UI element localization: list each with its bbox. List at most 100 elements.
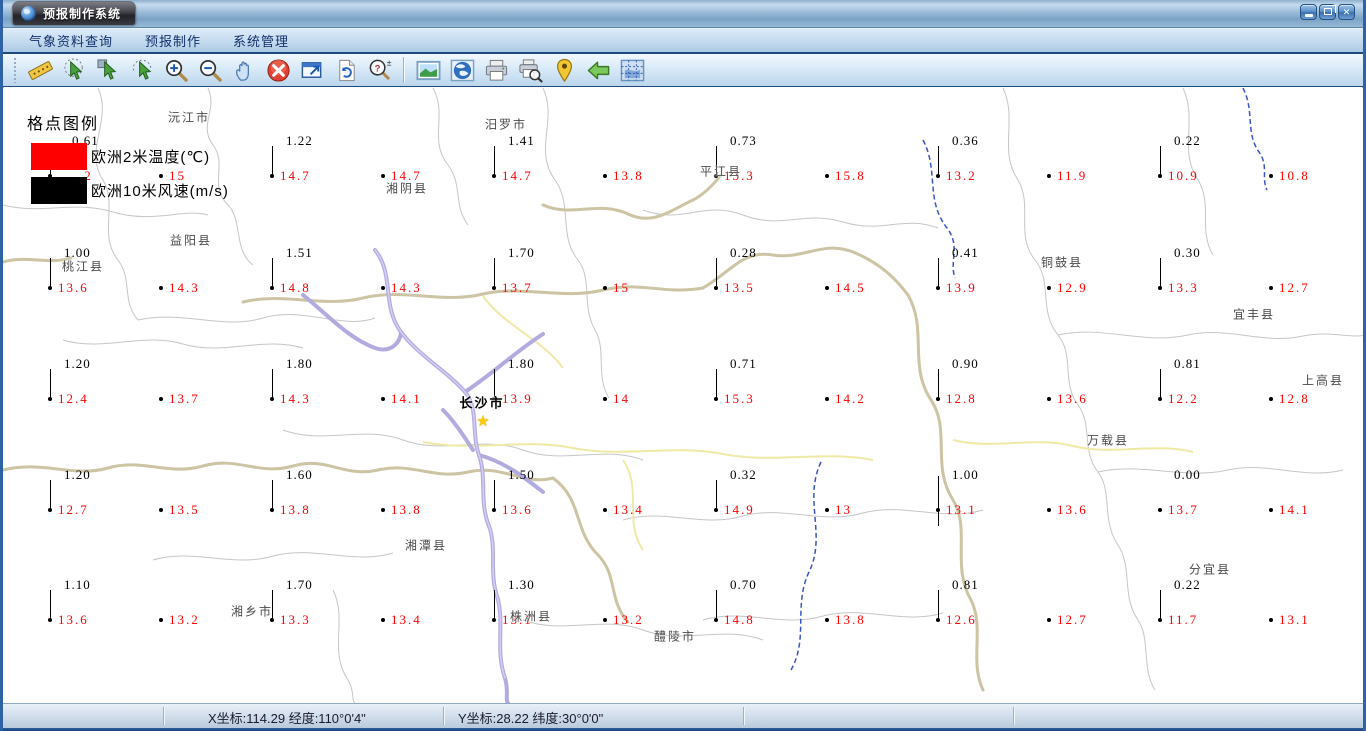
menu-forecast-make[interactable]: 预报制作 <box>133 29 213 52</box>
wind-stick <box>716 590 717 620</box>
grid-point-dot <box>159 174 163 178</box>
image-view-icon <box>415 60 441 80</box>
legend-swatch <box>31 177 87 204</box>
temperature-value: 15 <box>613 280 630 295</box>
city-label: 湘乡市 <box>230 604 274 619</box>
temperature-value: 13.1 <box>1279 612 1310 627</box>
app-window: 预报制作系统 ✕ 气象资料查询 预报制作 系统管理 ? ± .2 0.61 15… <box>0 0 1366 731</box>
wind-speed-value: 1.00 <box>952 467 979 482</box>
toolbar-grip[interactable] <box>13 57 17 83</box>
temperature-value: 13.8 <box>391 502 422 517</box>
help-zoom-button[interactable]: ? ± <box>363 55 397 85</box>
restore-button[interactable] <box>1319 4 1336 20</box>
grid-point-dot <box>603 618 607 622</box>
print-button[interactable] <box>479 55 513 85</box>
map-canvas[interactable]: .2 0.61 15 14.7 1.22 14.7 14.7 1.41 13.8 13.3 0.73… <box>3 88 1363 703</box>
wind-stick <box>50 258 51 288</box>
refresh-page-button[interactable] <box>329 55 363 85</box>
export-window-icon <box>301 61 321 78</box>
select-pointer-dotted-icon <box>63 57 83 80</box>
pan-hand-button[interactable] <box>227 55 261 85</box>
toolbar: ? ± <box>3 54 1363 87</box>
temperature-value: 10.8 <box>1279 168 1310 183</box>
grid-point-dot <box>381 174 385 178</box>
temperature-value: 14.3 <box>169 280 200 295</box>
temperature-value: 10.9 <box>1168 168 1199 183</box>
legend-swatch <box>31 143 87 170</box>
city-label: 湘潭县 <box>404 538 448 553</box>
temperature-value: 13.4 <box>613 502 644 517</box>
wind-speed-value: 0.22 <box>1174 577 1201 592</box>
wind-speed-value: 0.81 <box>1174 356 1201 371</box>
wind-stick <box>938 476 939 526</box>
image-view-button[interactable] <box>411 55 445 85</box>
temperature-value: 14.1 <box>391 391 422 406</box>
wind-stick <box>50 369 51 399</box>
temperature-value: 13.6 <box>1057 502 1088 517</box>
grid-point-dot <box>603 286 607 290</box>
menu-weather-data-query[interactable]: 气象资料查询 <box>17 29 125 52</box>
select-pointer-rect-button[interactable] <box>91 55 125 85</box>
temperature-value: 11.7 <box>1168 612 1199 627</box>
status-y-coordinate: Y坐标:28.22 纬度:30°0'0" <box>458 711 604 726</box>
wind-stick <box>716 480 717 510</box>
wind-stick <box>494 146 495 176</box>
grid-toggle-button[interactable] <box>615 55 649 85</box>
select-pointer-rect-icon <box>96 58 116 80</box>
city-label: 株洲县 <box>509 609 553 624</box>
temperature-value: 13.9 <box>502 391 533 406</box>
stop-button[interactable] <box>261 55 295 85</box>
temperature-value: 14 <box>613 391 630 406</box>
menu-system-manage[interactable]: 系统管理 <box>221 29 301 52</box>
wind-speed-value: 0.90 <box>952 356 979 371</box>
temperature-value: 13.6 <box>502 502 533 517</box>
wind-speed-value: 0.36 <box>952 133 979 148</box>
location-pin-button[interactable] <box>547 55 581 85</box>
temperature-value: 13.6 <box>58 280 89 295</box>
temperature-value: 12.7 <box>1057 612 1088 627</box>
wind-speed-value: 1.20 <box>64 467 91 482</box>
globe-view-icon <box>450 59 474 81</box>
wind-speed-value: 1.70 <box>508 245 535 260</box>
print-preview-button[interactable] <box>513 55 547 85</box>
temperature-value: 13.6 <box>58 612 89 627</box>
select-pointer-lasso-button[interactable] <box>125 55 159 85</box>
grid-point-dot <box>159 397 163 401</box>
minimize-button[interactable] <box>1300 4 1317 20</box>
legend-label: 欧洲2米温度(℃) <box>91 149 211 166</box>
city-label: 醴陵市 <box>653 629 697 644</box>
zoom-out-button[interactable] <box>193 55 227 85</box>
temperature-value: 13.2 <box>946 168 977 183</box>
temperature-value: 15.3 <box>724 391 755 406</box>
temperature-value: 13.2 <box>613 612 644 627</box>
select-pointer-dotted-button[interactable] <box>57 55 91 85</box>
legend-title: 格点图例 <box>27 116 100 133</box>
grid-point-dot <box>1269 174 1273 178</box>
wind-speed-value: 0.71 <box>730 356 757 371</box>
temperature-value: 13.8 <box>835 612 866 627</box>
grid-point-dot <box>825 618 829 622</box>
export-window-button[interactable] <box>295 55 329 85</box>
globe-view-button[interactable] <box>445 55 479 85</box>
city-label: 长沙市 <box>459 395 505 411</box>
wind-speed-value: 1.41 <box>508 133 535 148</box>
back-arrow-button[interactable] <box>581 55 615 85</box>
grid-point-dot <box>159 286 163 290</box>
select-pointer-lasso-icon <box>132 59 151 80</box>
temperature-value: 13.9 <box>946 280 977 295</box>
close-button[interactable]: ✕ <box>1338 4 1355 20</box>
app-tab[interactable]: 预报制作系统 <box>12 1 137 25</box>
temperature-value: 14.9 <box>724 502 755 517</box>
wind-stick <box>938 146 939 176</box>
wind-speed-value: 1.22 <box>286 133 313 148</box>
zoom-in-button[interactable] <box>159 55 193 85</box>
temperature-value: 14.8 <box>280 280 311 295</box>
city-label: 沅江市 <box>167 110 211 125</box>
status-separator <box>163 707 165 725</box>
measure-ruler-button[interactable] <box>23 55 57 85</box>
print-icon <box>485 59 507 81</box>
grid-point-dot <box>603 508 607 512</box>
grid-point-dot <box>825 286 829 290</box>
wind-speed-value: 1.60 <box>286 467 313 482</box>
grid-point-dot <box>381 618 385 622</box>
